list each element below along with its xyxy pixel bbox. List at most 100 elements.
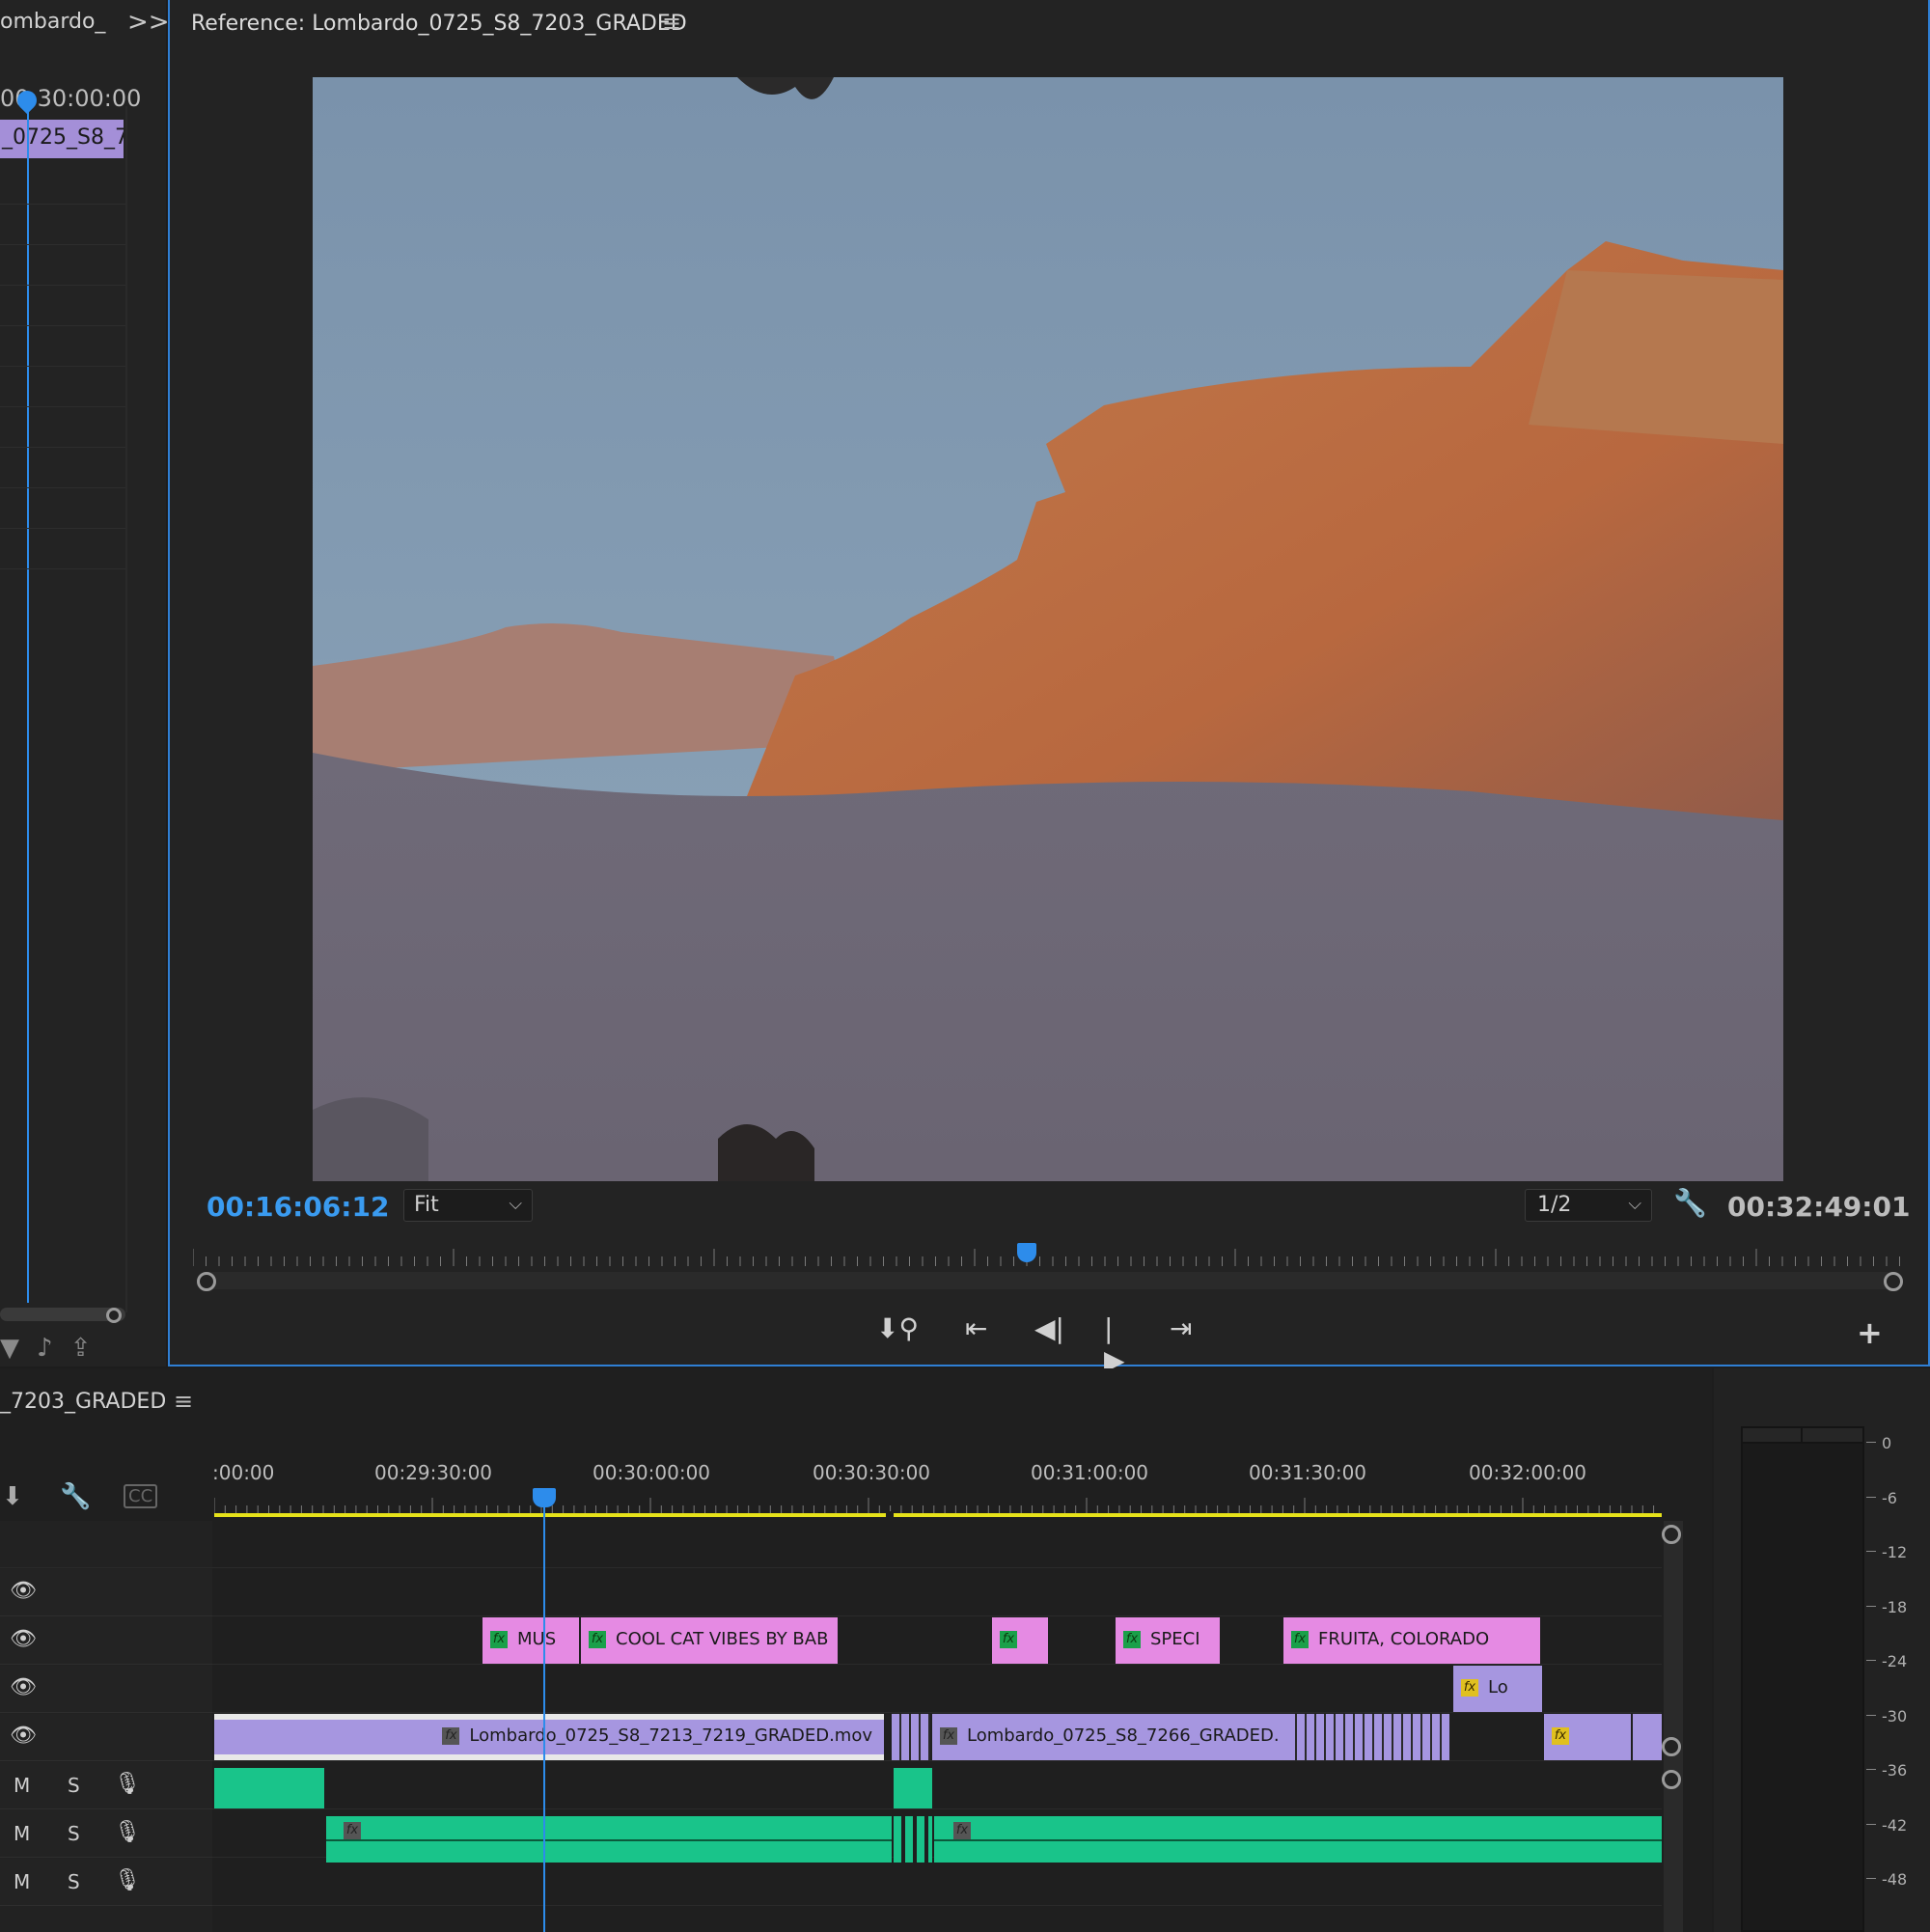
step-back-icon[interactable]: ◀| bbox=[1034, 1312, 1064, 1344]
eye-icon[interactable]: 👁 bbox=[10, 1724, 37, 1748]
track-header-v3: 👁 bbox=[0, 1617, 212, 1665]
scrollbar-left-handle[interactable] bbox=[197, 1272, 216, 1291]
ruler-label: 00:31:30:00 bbox=[1249, 1461, 1367, 1484]
track-header-a1: M S 🎙 bbox=[0, 1762, 212, 1809]
meter-scale-tick bbox=[1866, 1823, 1876, 1825]
mic-icon[interactable]: 🎙 bbox=[114, 1772, 141, 1796]
panel-overflow-icon[interactable]: >> bbox=[127, 8, 170, 37]
video-clip[interactable]: fx Lombardo_0725_S8_7266_GRADED. bbox=[932, 1714, 1287, 1760]
mute-button[interactable]: M bbox=[14, 1822, 30, 1845]
work-area-bar[interactable] bbox=[214, 1513, 1662, 1517]
meter-scale-label: -48 bbox=[1882, 1870, 1908, 1889]
ruler-label: 00:30:00:00 bbox=[593, 1461, 711, 1484]
wrench-icon[interactable]: 🔧 bbox=[60, 1482, 91, 1511]
video-clip[interactable] bbox=[1633, 1714, 1662, 1760]
meter-scale-label: -30 bbox=[1882, 1706, 1908, 1725]
track-row-empty bbox=[0, 1521, 1662, 1568]
meter-scale-tick bbox=[1866, 1714, 1876, 1716]
go-to-out-icon[interactable]: ⇥ bbox=[1170, 1312, 1192, 1344]
audio-insert-icon[interactable]: ♪ bbox=[37, 1334, 70, 1363]
mute-button[interactable]: M bbox=[14, 1870, 30, 1893]
mic-icon[interactable]: 🎙 bbox=[114, 1868, 141, 1892]
mute-button[interactable]: M bbox=[14, 1774, 30, 1797]
playback-resolution-value: 1/2 bbox=[1537, 1193, 1572, 1217]
reference-playhead-handle[interactable] bbox=[1017, 1243, 1036, 1262]
ruler-label: 00:29:30:00 bbox=[374, 1461, 493, 1484]
panel-menu-icon[interactable]: ≡ bbox=[174, 1388, 193, 1415]
ruler-label: 00:31:00:00 bbox=[1031, 1461, 1149, 1484]
fx-badge-icon: fx bbox=[490, 1631, 508, 1648]
captions-icon[interactable]: CC bbox=[124, 1484, 158, 1508]
video-clip[interactable]: fx bbox=[1544, 1714, 1631, 1760]
solo-button[interactable]: S bbox=[68, 1822, 80, 1845]
add-marker-icon[interactable]: ⬇⚲ bbox=[876, 1312, 919, 1344]
audio-scrollbar-handle[interactable] bbox=[1662, 1770, 1681, 1789]
scrollbar-top-handle[interactable] bbox=[1662, 1525, 1681, 1544]
title-clip[interactable]: fx COOL CAT VIBES BY BAB bbox=[581, 1617, 838, 1664]
scrollbar-bottom-handle[interactable] bbox=[1662, 1737, 1681, 1756]
export-icon[interactable]: ⇪ bbox=[70, 1334, 109, 1363]
scrollbar-right-handle[interactable] bbox=[1884, 1272, 1903, 1291]
meter-scale-tick bbox=[1866, 1442, 1876, 1443]
video-clip[interactable]: fx Lombardo_0725_S8_7213_7219_GRADED.mov bbox=[214, 1714, 884, 1760]
wrench-icon[interactable]: 🔧 bbox=[1673, 1187, 1707, 1219]
zoom-level-select[interactable]: Fit ⌵ bbox=[403, 1189, 533, 1222]
panel-menu-icon[interactable]: ≡ bbox=[662, 10, 681, 37]
work-area-gap bbox=[886, 1511, 894, 1519]
reference-monitor-title[interactable]: Reference: Lombardo_0725_S8_7203_GRADED bbox=[191, 12, 687, 36]
filter-icon[interactable]: ▼ bbox=[0, 1334, 37, 1363]
timeline-playhead-handle[interactable] bbox=[533, 1488, 556, 1507]
source-panel-tab[interactable]: ombardo_ bbox=[0, 10, 105, 34]
audio-clip-fragments[interactable] bbox=[894, 1816, 932, 1863]
playback-resolution-select[interactable]: 1/2 ⌵ bbox=[1525, 1189, 1652, 1222]
audio-clip[interactable] bbox=[894, 1768, 932, 1808]
audio-meter bbox=[1741, 1426, 1864, 1932]
sequence-tab-title[interactable]: _7203_GRADED bbox=[0, 1390, 166, 1414]
current-timecode[interactable]: 00:16:06:12 bbox=[207, 1191, 389, 1223]
eye-icon[interactable]: 👁 bbox=[10, 1675, 37, 1699]
fx-badge-icon: fx bbox=[1000, 1631, 1017, 1648]
clip-label: Lo bbox=[1488, 1677, 1508, 1697]
source-track-rows bbox=[0, 164, 125, 1303]
title-clip[interactable]: fx bbox=[992, 1617, 1048, 1664]
solo-button[interactable]: S bbox=[68, 1774, 80, 1797]
reference-time-ruler[interactable] bbox=[193, 1249, 1905, 1266]
panel-divider[interactable] bbox=[125, 106, 127, 1312]
step-forward-icon[interactable]: |▶ bbox=[1104, 1312, 1125, 1376]
title-clip[interactable]: fx MUS bbox=[482, 1617, 579, 1664]
track-header-a3: M S 🎙 bbox=[0, 1859, 212, 1906]
video-clip[interactable]: fx Lo bbox=[1453, 1666, 1542, 1712]
source-export-icons[interactable]: ▼♪⇪ bbox=[0, 1334, 108, 1363]
solo-button[interactable]: S bbox=[68, 1870, 80, 1893]
source-zoom-handle[interactable] bbox=[106, 1308, 122, 1323]
video-clip-fragments[interactable] bbox=[892, 1714, 930, 1760]
reference-zoom-scrollbar[interactable] bbox=[197, 1272, 1895, 1289]
title-clip[interactable]: fx SPECI bbox=[1116, 1617, 1220, 1664]
eye-icon[interactable]: 👁 bbox=[10, 1579, 37, 1603]
ruler-label: 00:32:00:00 bbox=[1469, 1461, 1587, 1484]
video-clip-fragments[interactable] bbox=[1287, 1714, 1449, 1760]
track-header-v1: 👁 bbox=[0, 1714, 212, 1761]
add-marker-icon[interactable]: ⬇ bbox=[2, 1482, 23, 1511]
track-row-v2 bbox=[0, 1666, 1662, 1713]
add-button[interactable]: + bbox=[1857, 1314, 1883, 1351]
fx-badge-icon: fx bbox=[940, 1727, 957, 1745]
title-clip[interactable]: fx FRUITA, COLORADO bbox=[1283, 1617, 1540, 1664]
fx-badge-icon: fx bbox=[589, 1631, 606, 1648]
track-row-a3 bbox=[0, 1859, 1662, 1906]
audio-clip[interactable] bbox=[214, 1768, 324, 1808]
chevron-down-icon: ⌵ bbox=[1628, 1194, 1641, 1214]
clip-label: Lombardo_0725_S8_7266_GRADED. bbox=[967, 1725, 1280, 1746]
eye-icon[interactable]: 👁 bbox=[10, 1627, 37, 1651]
meter-peak-indicators[interactable] bbox=[1741, 1426, 1864, 1444]
meter-channel-divider bbox=[1801, 1426, 1803, 1444]
timeline-vertical-scrollbar[interactable] bbox=[1664, 1521, 1683, 1932]
clip-label: SPECI bbox=[1150, 1629, 1200, 1649]
mic-icon[interactable]: 🎙 bbox=[114, 1820, 141, 1844]
go-to-in-icon[interactable]: ⇤ bbox=[965, 1312, 987, 1344]
track-header-v2: 👁 bbox=[0, 1666, 212, 1713]
zoom-level-value: Fit bbox=[414, 1193, 439, 1217]
source-clip[interactable]: _0725_S8_7 bbox=[0, 120, 124, 158]
clip-label: COOL CAT VIBES BY BAB bbox=[616, 1629, 829, 1649]
fx-badge-icon: fx bbox=[344, 1822, 361, 1839]
